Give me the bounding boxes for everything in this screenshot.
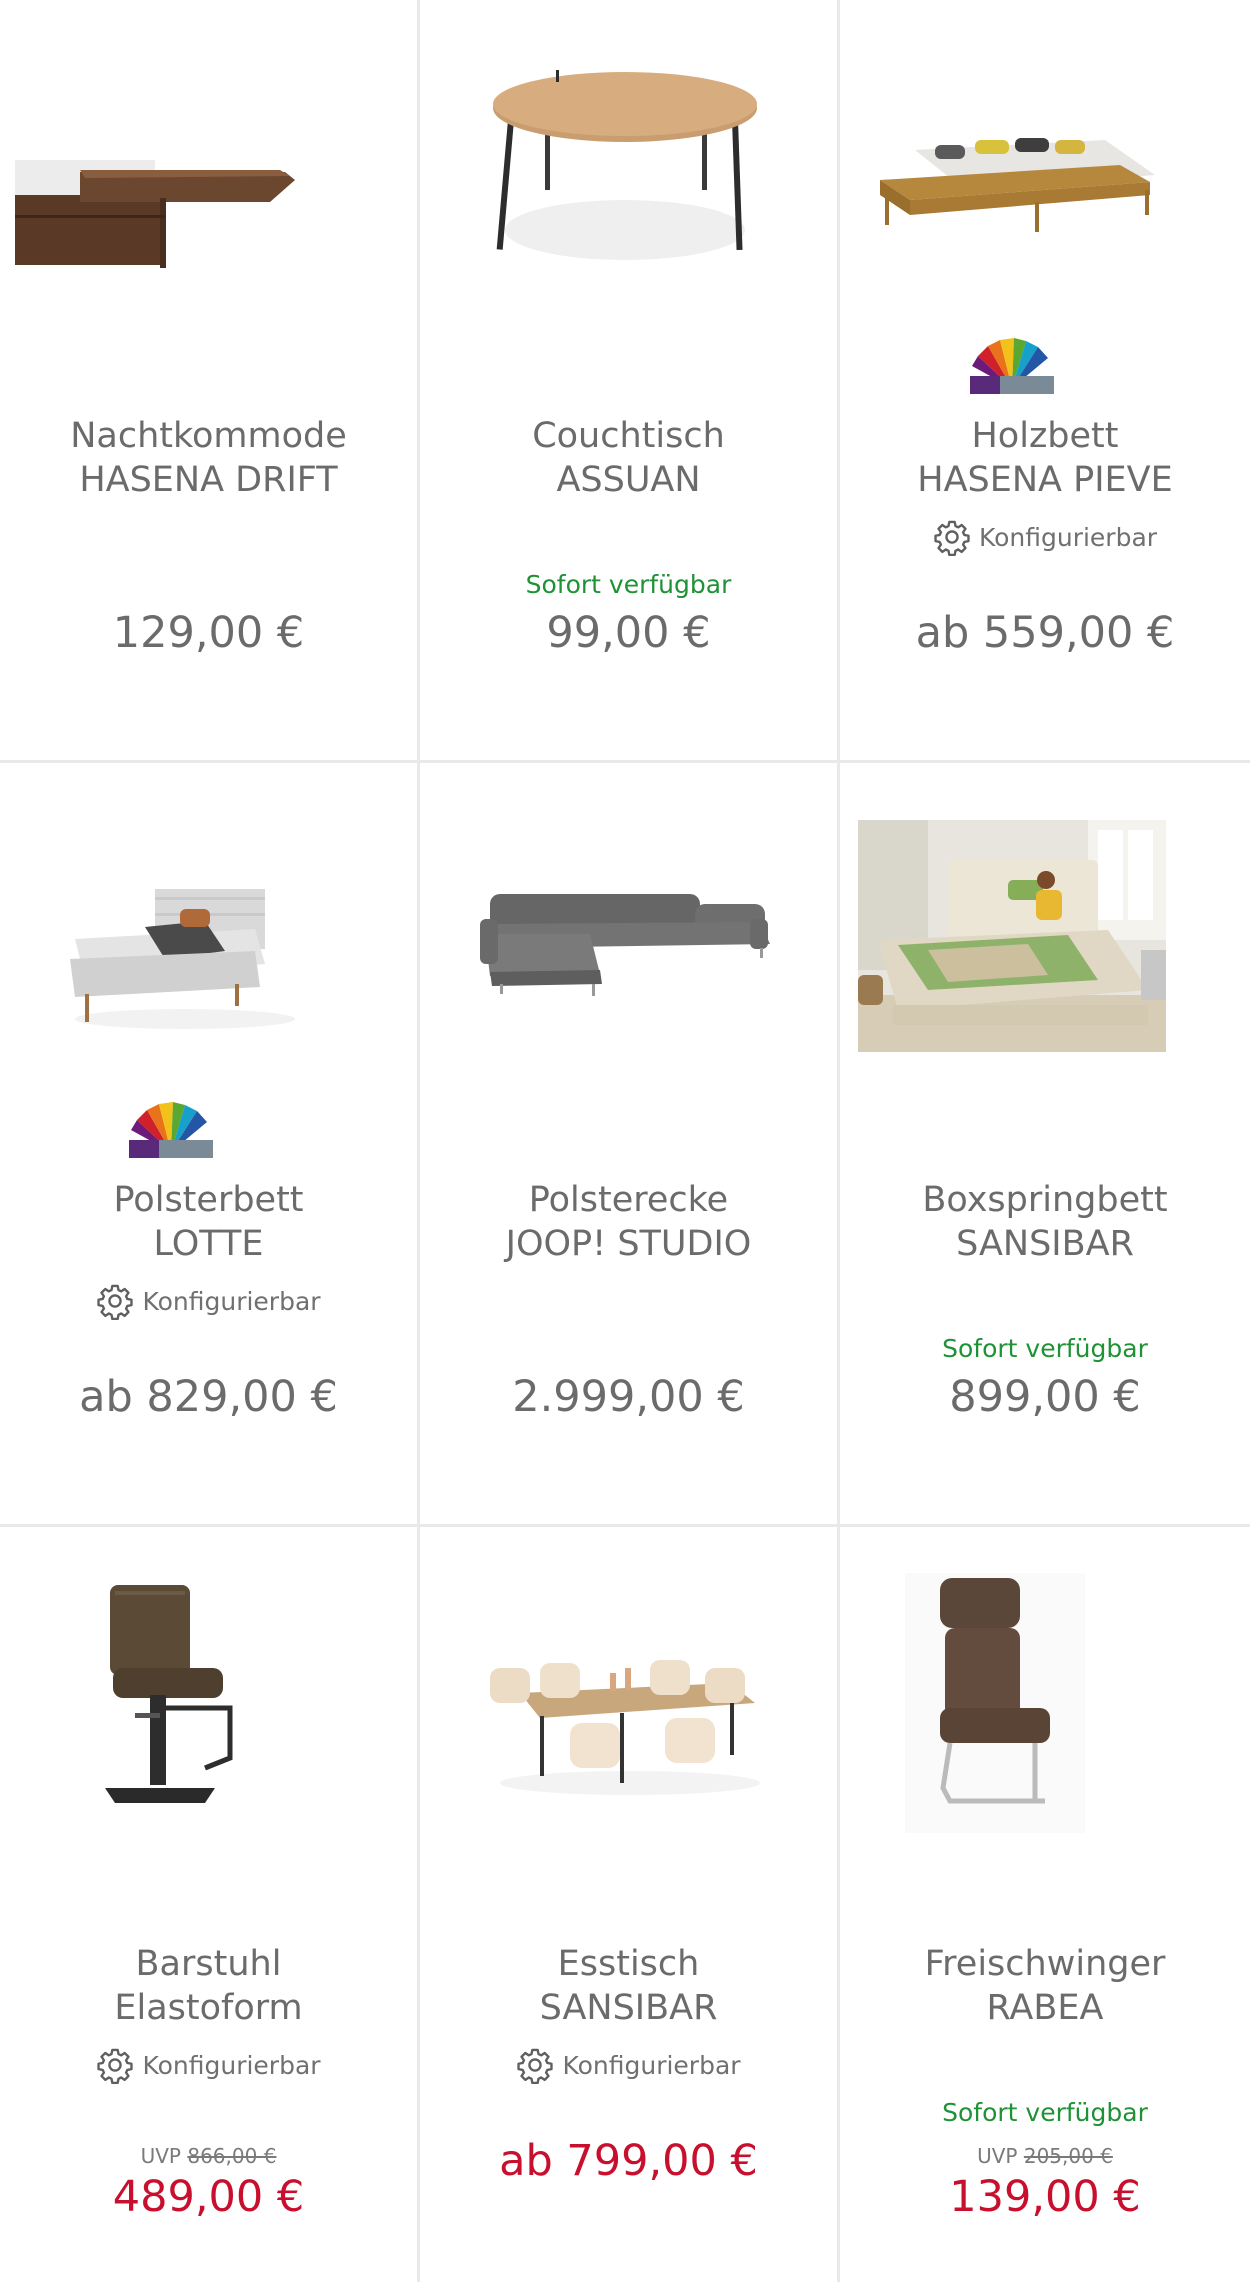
corner-sofa-image[interactable] — [470, 864, 790, 1014]
product-name[interactable]: Holzbett HASENA PIEVE — [840, 414, 1250, 502]
product-card[interactable]: Freischwinger RABEA Sofort verfügbar UVP… — [840, 1528, 1250, 2282]
rrp-label: UVP 866,00 € — [140, 2144, 277, 2168]
color-palette-icon — [968, 338, 1056, 398]
configurable-badge: Konfigurierbar — [0, 2046, 417, 2084]
product-name[interactable]: Polsterecke JOOP! STUDIO — [420, 1178, 837, 1266]
product-card[interactable]: Esstisch SANSIBAR Konfigurierbar ab 799,… — [420, 1528, 837, 2282]
column-divider — [417, 0, 420, 2282]
sale-price: 139,00 € — [949, 2172, 1141, 2222]
rrp-label: UVP 205,00 € — [977, 2144, 1113, 2168]
cantilever-chair-image[interactable] — [895, 1573, 1085, 1833]
column-divider — [837, 0, 840, 2282]
product-name[interactable]: Couchtisch ASSUAN — [420, 414, 837, 502]
gear-icon — [934, 520, 970, 556]
configurable-label: Konfigurierbar — [562, 2050, 741, 2080]
product-price: 129,00 € — [112, 608, 305, 658]
product-name[interactable]: Esstisch SANSIBAR — [420, 1942, 837, 2030]
configurable-badge: Konfigurierbar — [0, 1282, 417, 1320]
product-card[interactable]: Polsterecke JOOP! STUDIO 2.999,00 € — [420, 764, 837, 1524]
upholstered-bed-image[interactable] — [55, 879, 295, 1029]
bar-stool-image[interactable] — [95, 1583, 255, 1813]
wooden-bed-image[interactable] — [865, 120, 1165, 250]
nightstand-image[interactable] — [10, 120, 300, 280]
product-price: 99,00 € — [546, 608, 711, 658]
dining-table-image[interactable] — [480, 1638, 780, 1798]
configurable-label: Konfigurierbar — [142, 2050, 321, 2080]
color-palette-icon — [127, 1102, 215, 1162]
coffee-table-image[interactable] — [470, 60, 780, 270]
product-name[interactable]: Polsterbett LOTTE — [0, 1178, 417, 1266]
product-grid: Nachtkommode HASENA DRIFT 129,00 € Couch… — [0, 0, 1250, 2282]
product-name[interactable]: Nachtkommode HASENA DRIFT — [0, 414, 417, 502]
configurable-badge: Konfigurierbar — [420, 2046, 837, 2084]
sale-price: 489,00 € — [112, 2172, 305, 2222]
product-card[interactable]: Boxspringbett SANSIBAR Sofort verfügbar … — [840, 764, 1250, 1524]
sale-price: ab 799,00 € — [499, 2136, 758, 2186]
availability-label: Sofort verfügbar — [525, 570, 732, 599]
product-name[interactable]: Freischwinger RABEA — [840, 1942, 1250, 2030]
rrp-price: 205,00 € — [1023, 2144, 1113, 2168]
product-price: 899,00 € — [949, 1372, 1141, 1422]
configurable-badge: Konfigurierbar — [840, 518, 1250, 556]
product-card[interactable]: Polsterbett LOTTE Konfigurierbar ab 829,… — [0, 764, 417, 1524]
gear-icon — [517, 2048, 554, 2084]
boxspring-bed-photo[interactable] — [858, 820, 1166, 1052]
product-price: ab 829,00 € — [79, 1372, 338, 1422]
availability-label: Sofort verfügbar — [942, 1334, 1148, 1363]
row-divider — [0, 1524, 1250, 1527]
product-name[interactable]: Boxspringbett SANSIBAR — [840, 1178, 1250, 1266]
gear-icon — [97, 1284, 134, 1320]
row-divider — [0, 760, 1250, 763]
product-card[interactable]: Couchtisch ASSUAN Sofort verfügbar 99,00… — [420, 0, 837, 760]
availability-label: Sofort verfügbar — [942, 2098, 1148, 2127]
rrp-price: 866,00 € — [187, 2144, 277, 2168]
configurable-label: Konfigurierbar — [978, 522, 1158, 552]
product-price: 2.999,00 € — [512, 1372, 745, 1422]
product-name[interactable]: Barstuhl Elastoform — [0, 1942, 417, 2030]
product-price: ab 559,00 € — [915, 608, 1175, 658]
configurable-label: Konfigurierbar — [142, 1286, 321, 1316]
product-card[interactable]: Barstuhl Elastoform Konfigurierbar UVP 8… — [0, 1528, 417, 2282]
gear-icon — [97, 2048, 134, 2084]
product-card[interactable]: Holzbett HASENA PIEVE Konfigurierbar ab … — [840, 0, 1250, 760]
product-card[interactable]: Nachtkommode HASENA DRIFT 129,00 € — [0, 0, 417, 760]
